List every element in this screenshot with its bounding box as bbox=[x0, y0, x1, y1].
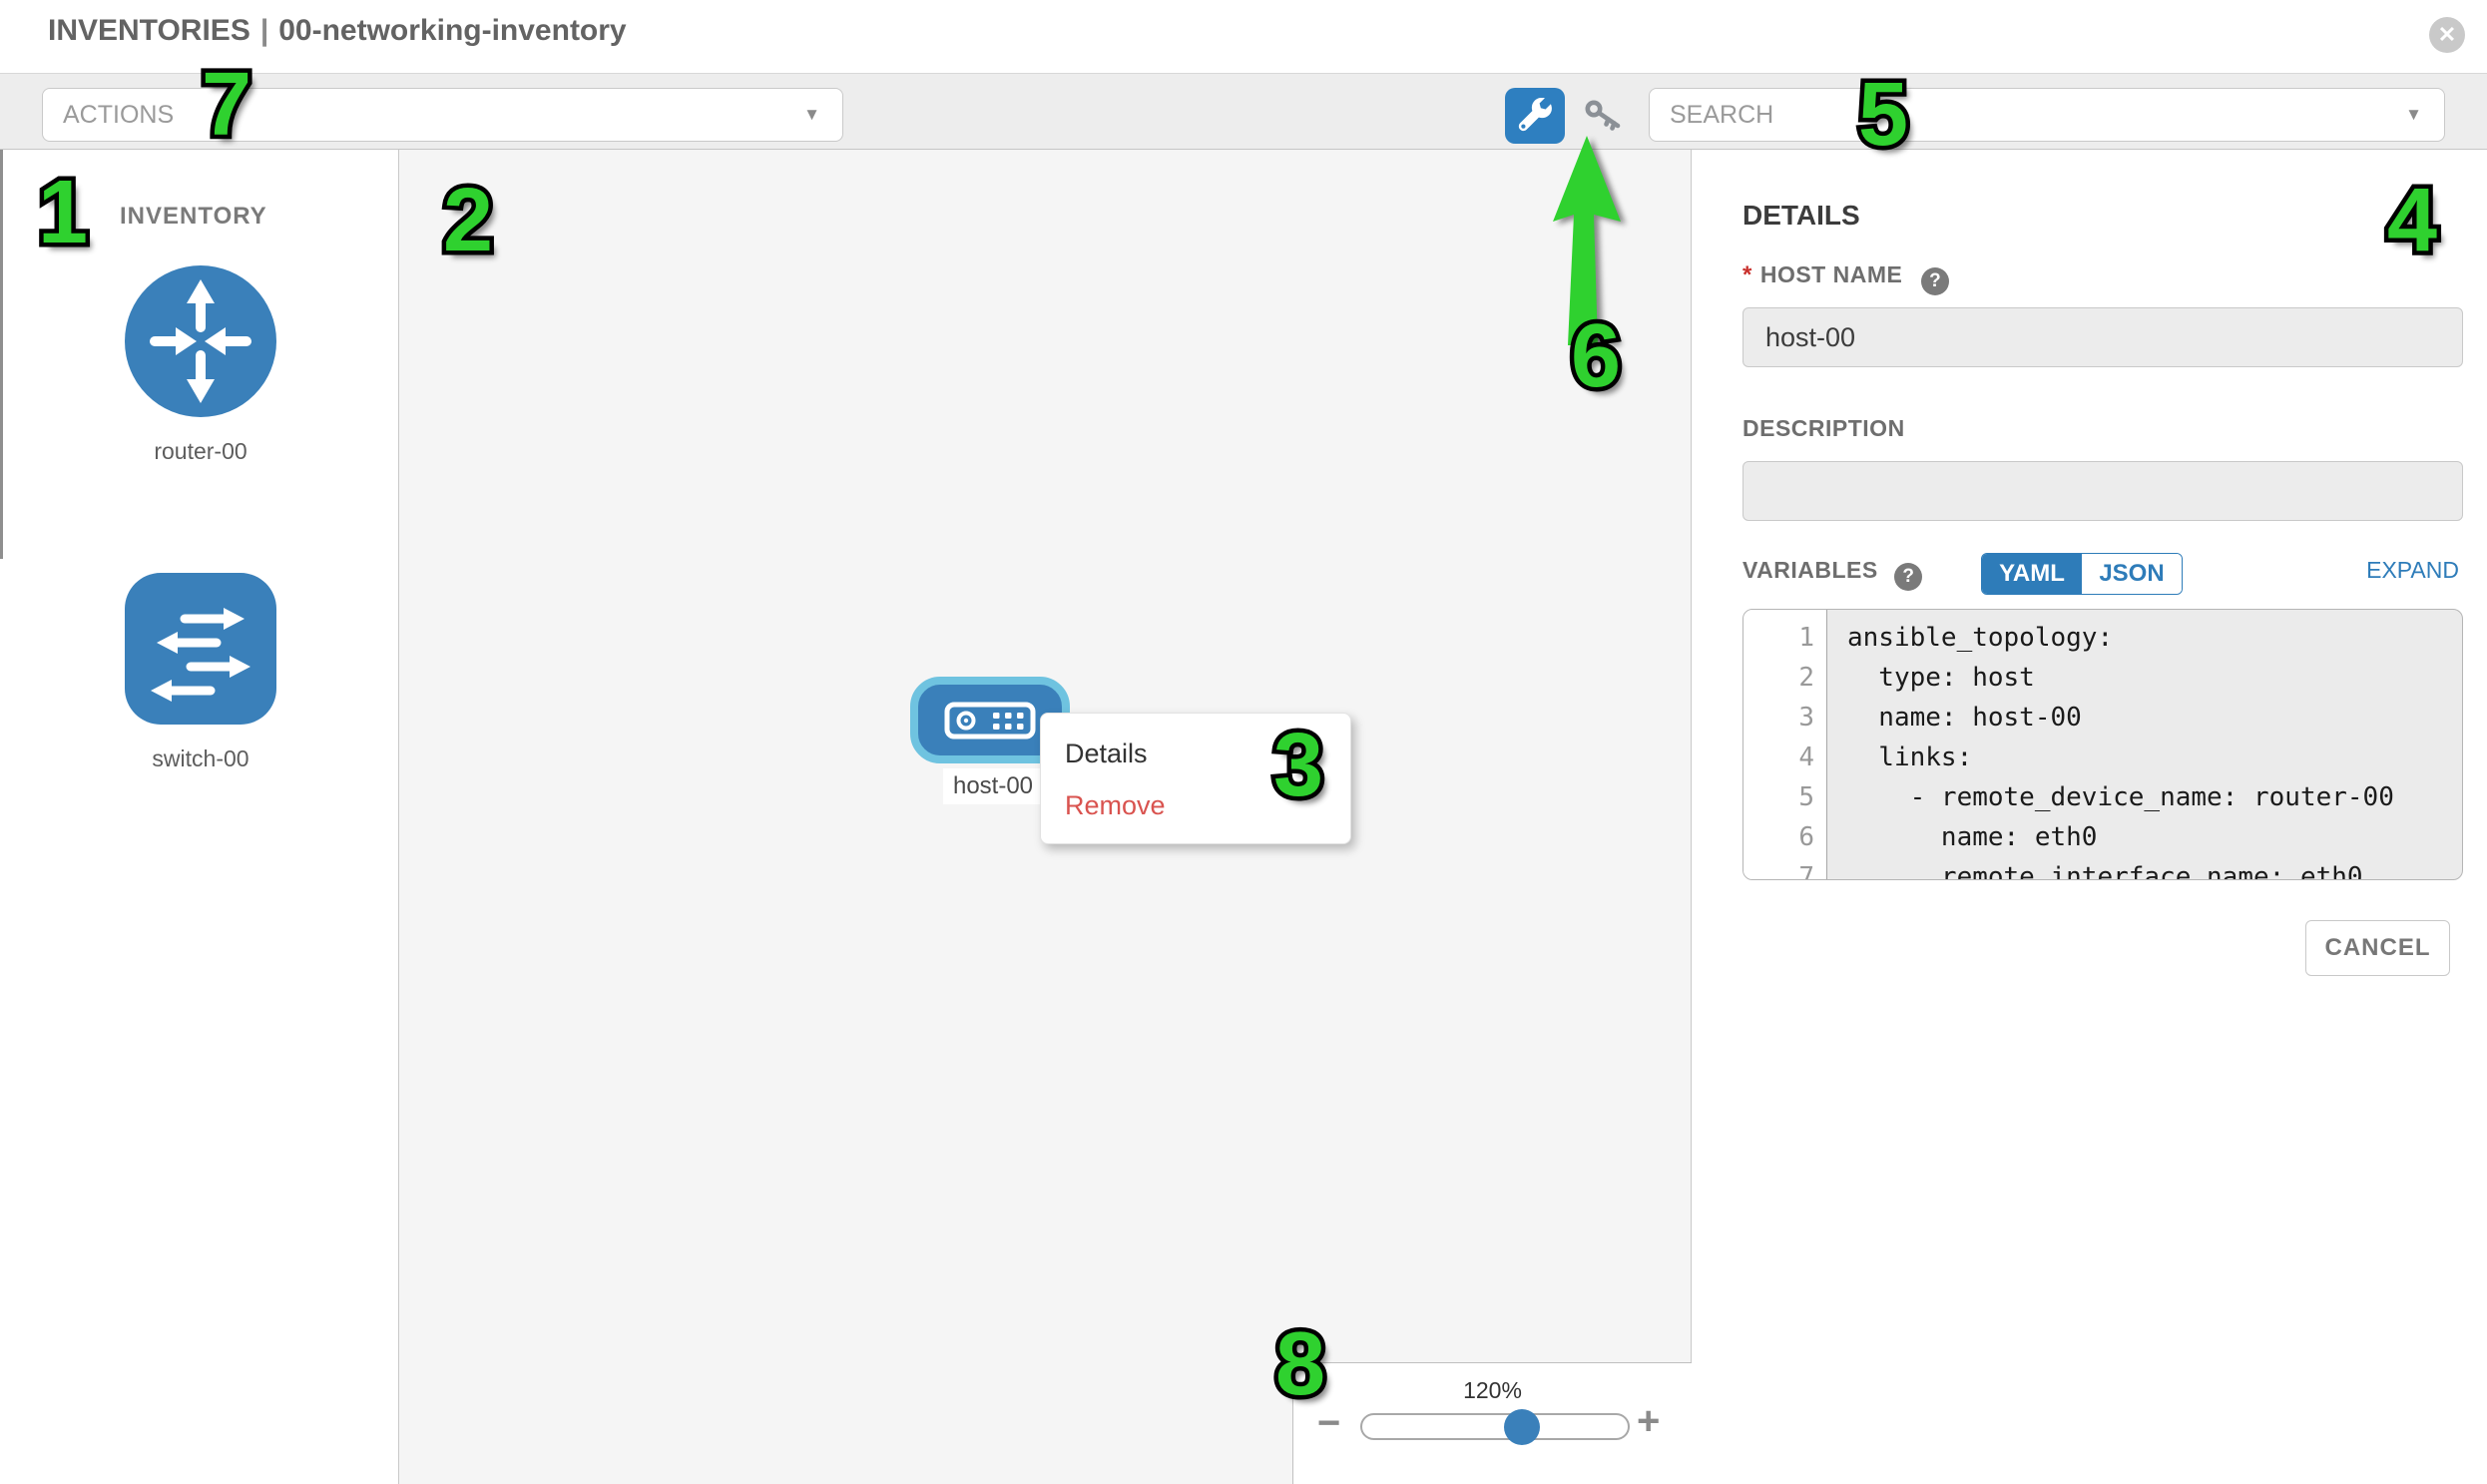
code-line: - remote_device_name: router-00 bbox=[1847, 777, 2462, 817]
topology-toolbar: ACTIONS ▼ SEARCH ▼ bbox=[0, 73, 2487, 150]
key-icon bbox=[1584, 99, 1626, 135]
sidebar-item-switch-00[interactable]: switch-00 bbox=[125, 573, 276, 772]
context-menu-item-remove[interactable]: Remove bbox=[1041, 779, 1350, 831]
variables-label: VARIABLES bbox=[1742, 557, 1878, 583]
details-panel: DETAILS * HOST NAME ? DESCRIPTION VARIABL… bbox=[1693, 150, 2487, 1484]
variables-format-toggle: YAML JSON bbox=[1981, 553, 2183, 595]
switch-icon bbox=[125, 573, 276, 725]
inventory-sidebar: INVENTORY router-00 bbox=[0, 150, 399, 1484]
sidebar-heading: INVENTORY bbox=[120, 203, 267, 231]
router-icon bbox=[125, 265, 276, 417]
line-number: 4 bbox=[1743, 738, 1826, 777]
tools-button[interactable] bbox=[1505, 88, 1565, 144]
device-label: router-00 bbox=[125, 438, 276, 465]
node-context-menu: Details Remove bbox=[1040, 713, 1351, 844]
zoom-in-button[interactable]: + bbox=[1637, 1401, 1660, 1441]
zoom-percentage: 120% bbox=[1293, 1377, 1692, 1404]
editor-line-numbers: 1 2 3 4 5 6 7 bbox=[1743, 610, 1827, 879]
code-line: name: eth0 bbox=[1847, 817, 2462, 857]
required-marker: * bbox=[1742, 261, 1752, 288]
host-name-label-row: * HOST NAME ? bbox=[1742, 261, 1949, 295]
host-name-input[interactable] bbox=[1742, 307, 2463, 367]
code-line: name: host-00 bbox=[1847, 698, 2462, 738]
description-label: DESCRIPTION bbox=[1742, 415, 1905, 442]
help-icon[interactable]: ? bbox=[1921, 267, 1949, 295]
code-line: ansible_topology: bbox=[1847, 618, 2462, 658]
inventory-topology-page: INVENTORIES | 00-networking-inventory ✕ AC… bbox=[0, 0, 2487, 1484]
chevron-down-icon: ▼ bbox=[803, 105, 820, 125]
code-line: links: bbox=[1847, 738, 2462, 777]
key-button[interactable] bbox=[1583, 98, 1627, 136]
search-dropdown-label: SEARCH bbox=[1670, 101, 1773, 130]
breadcrumb-inventory-name: 00-networking-inventory bbox=[278, 14, 626, 47]
context-menu-item-details[interactable]: Details bbox=[1041, 728, 1350, 779]
line-number: 5 bbox=[1743, 777, 1826, 817]
help-icon[interactable]: ? bbox=[1894, 563, 1922, 591]
line-number: 3 bbox=[1743, 698, 1826, 738]
breadcrumb-separator: | bbox=[260, 14, 268, 47]
line-number: 1 bbox=[1743, 618, 1826, 658]
toggle-yaml[interactable]: YAML bbox=[1982, 554, 2082, 594]
host-node-label: host-00 bbox=[943, 768, 1043, 804]
device-label: switch-00 bbox=[125, 745, 276, 772]
line-number: 2 bbox=[1743, 658, 1826, 698]
chevron-down-icon: ▼ bbox=[2405, 105, 2422, 125]
code-line: remote_interface_name: eth0 bbox=[1847, 857, 2462, 880]
zoom-control: 120% − + bbox=[1292, 1362, 1692, 1484]
sidebar-item-router-00[interactable]: router-00 bbox=[125, 265, 276, 465]
variables-row: VARIABLES ? YAML JSON EXPAND bbox=[1742, 557, 2463, 601]
line-number: 7 bbox=[1743, 857, 1826, 880]
code-line: type: host bbox=[1847, 658, 2462, 698]
page-title: INVENTORIES | 00-networking-inventory bbox=[48, 14, 627, 48]
actions-dropdown-label: ACTIONS bbox=[63, 101, 174, 130]
variables-editor[interactable]: 1 2 3 4 5 6 7 ansible_topology: type: ho… bbox=[1742, 609, 2463, 880]
host-name-label: HOST NAME bbox=[1760, 261, 1903, 287]
close-icon[interactable]: ✕ bbox=[2429, 17, 2465, 53]
zoom-slider-track[interactable] bbox=[1360, 1413, 1630, 1440]
toggle-json[interactable]: JSON bbox=[2082, 554, 2182, 594]
sidebar-edge-line bbox=[0, 150, 3, 559]
wrench-icon bbox=[1517, 98, 1553, 134]
page-header: INVENTORIES | 00-networking-inventory ✕ bbox=[0, 0, 2487, 73]
search-dropdown[interactable]: SEARCH ▼ bbox=[1649, 88, 2445, 142]
cancel-button[interactable]: CANCEL bbox=[2305, 920, 2450, 976]
expand-link[interactable]: EXPAND bbox=[2366, 557, 2459, 584]
actions-dropdown[interactable]: ACTIONS ▼ bbox=[42, 88, 843, 142]
details-heading: DETAILS bbox=[1742, 200, 1860, 232]
breadcrumb-section: INVENTORIES bbox=[48, 14, 250, 47]
editor-code[interactable]: ansible_topology: type: host name: host-… bbox=[1827, 610, 2462, 879]
description-input[interactable] bbox=[1742, 461, 2463, 521]
zoom-out-button[interactable]: − bbox=[1317, 1403, 1340, 1443]
zoom-slider-handle[interactable] bbox=[1504, 1409, 1540, 1445]
line-number: 6 bbox=[1743, 817, 1826, 857]
server-icon bbox=[944, 702, 1036, 740]
topology-canvas[interactable]: host-00 Details Remove 120% − + bbox=[399, 150, 1692, 1484]
